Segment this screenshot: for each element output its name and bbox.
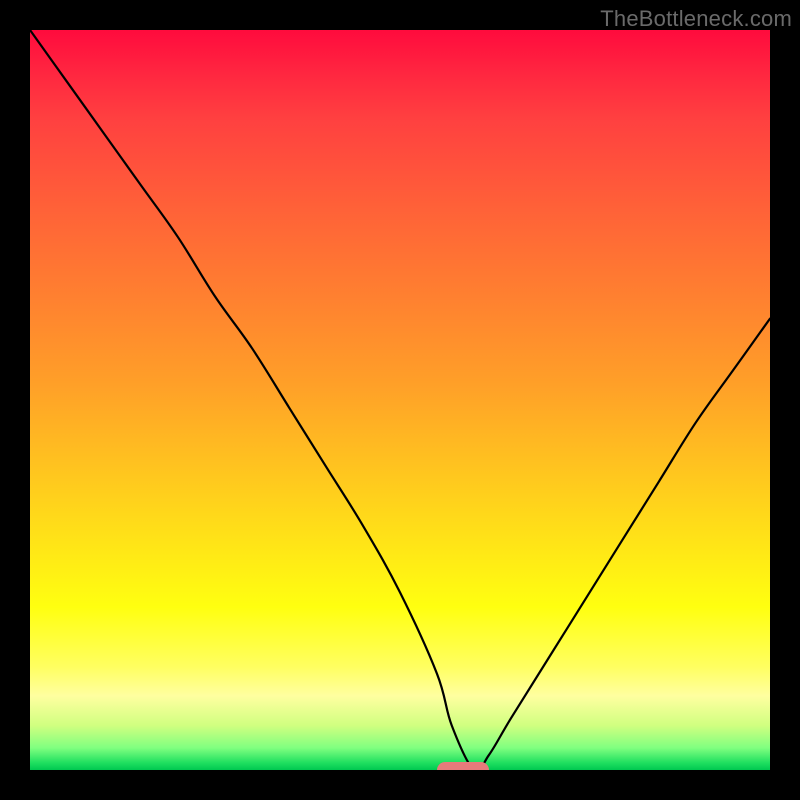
bottleneck-curve-path — [30, 30, 770, 770]
watermark-label: TheBottleneck.com — [600, 6, 792, 32]
bottleneck-minimum-marker — [437, 762, 489, 770]
chart-frame: TheBottleneck.com — [0, 0, 800, 800]
bottleneck-curve — [30, 30, 770, 770]
plot-area — [30, 30, 770, 770]
